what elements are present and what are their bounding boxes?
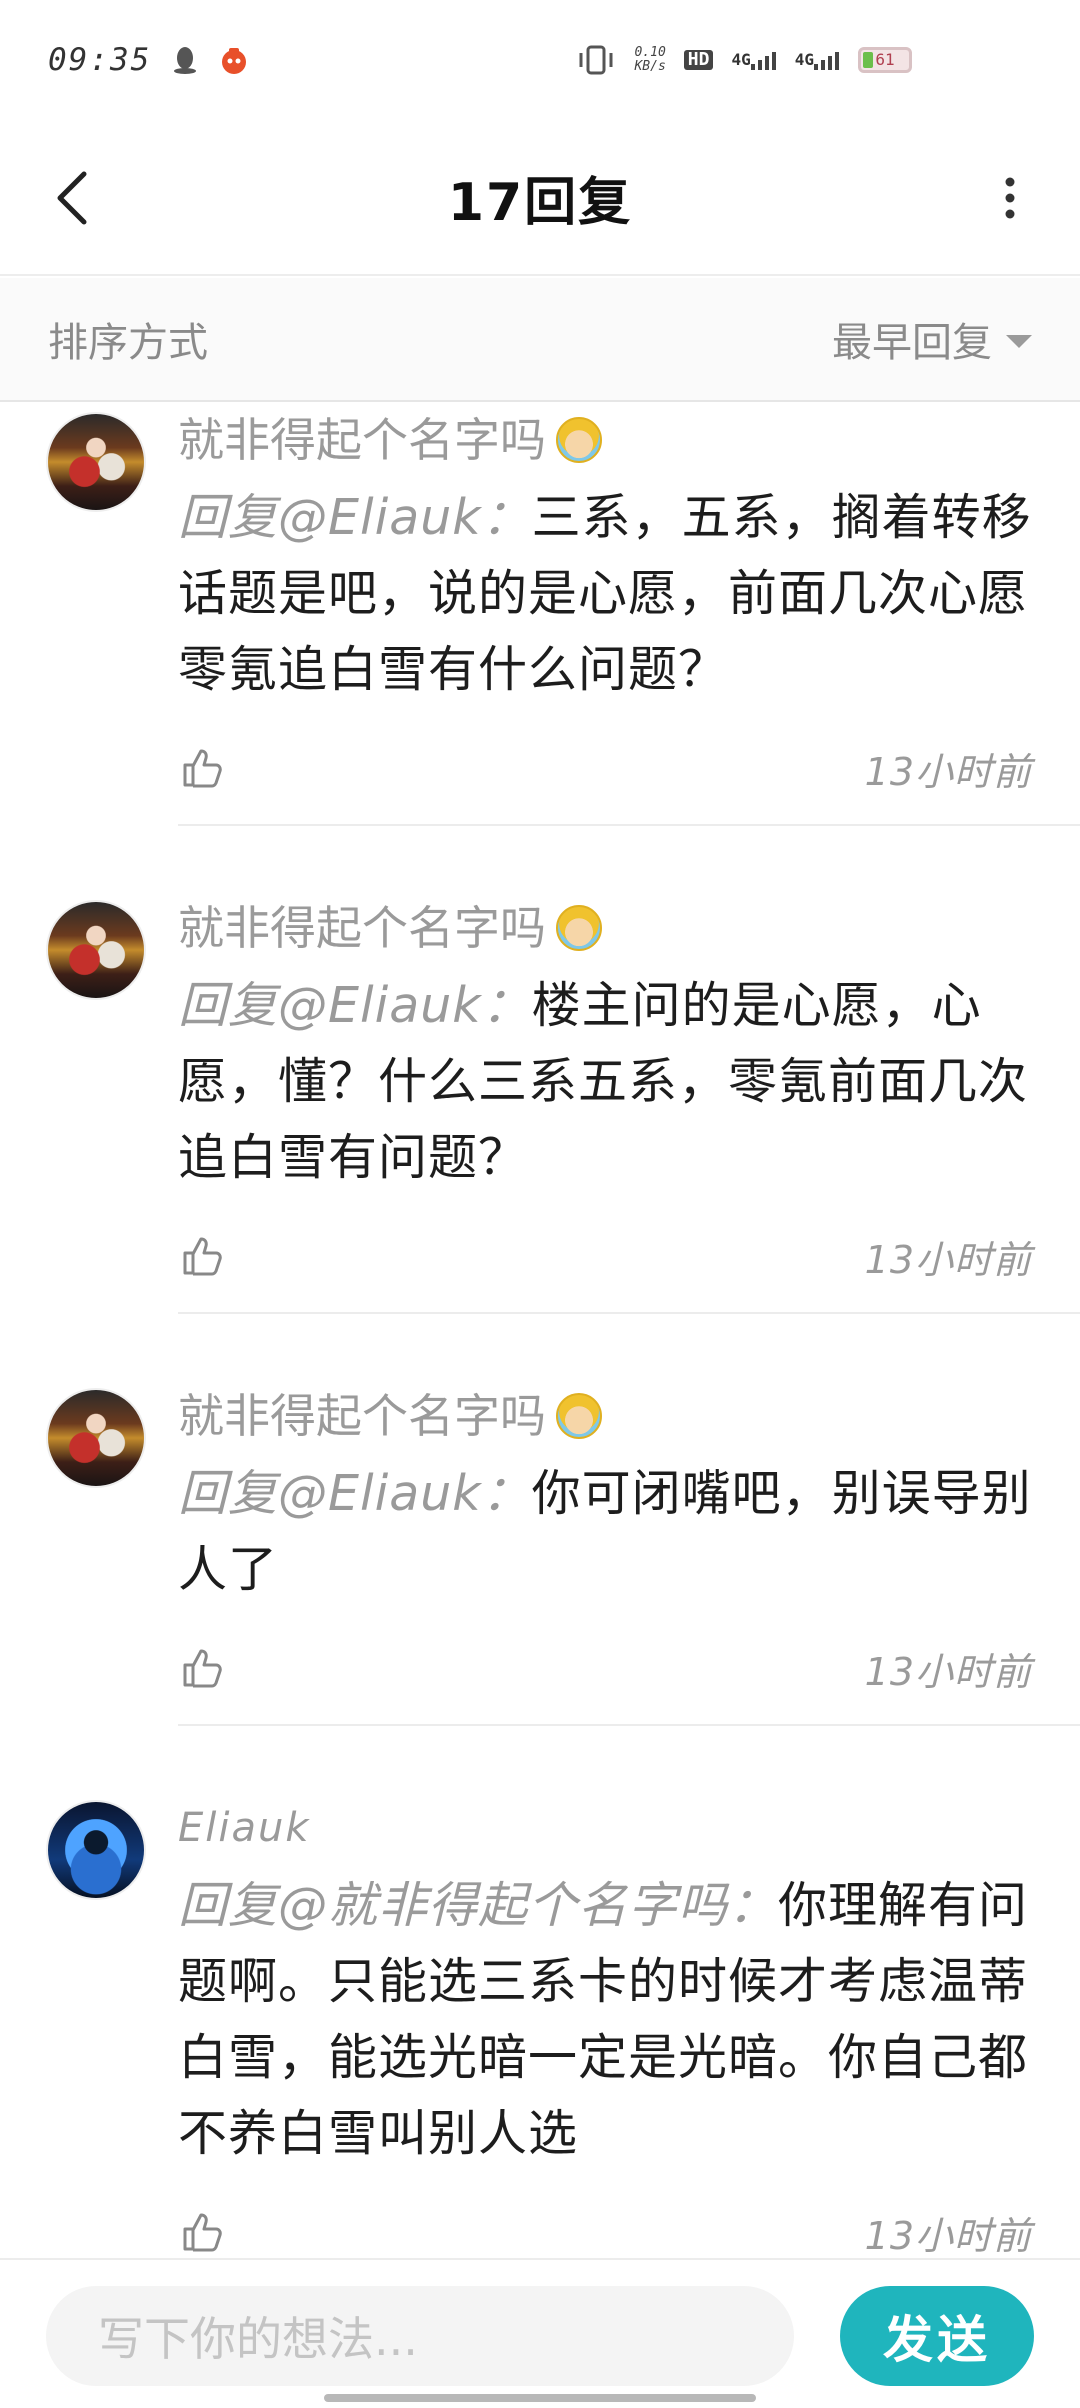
divider (178, 1724, 1080, 1726)
home-indicator[interactable] (324, 2394, 756, 2402)
comment-footer: 13小时前 (178, 738, 1032, 798)
comment-time: 13小时前 (864, 1237, 1032, 1282)
sort-bar: 排序方式 最早回复 (0, 278, 1080, 402)
thumbs-up-icon[interactable] (178, 1644, 226, 1692)
sort-label: 排序方式 (48, 320, 208, 366)
caret-down-icon (1006, 334, 1032, 348)
comment-text: 回复@就非得起个名字吗：你理解有问题啊。只能选三系卡的时候才考虑温蒂白雪，能选光… (178, 1868, 1032, 2172)
net-speed: 0.10 KB/s (634, 46, 665, 74)
comment-list[interactable]: 就非得起个名字吗 回复@Eliauk：三系，五系，搁着转移话题是吧，说的是心愿，… (0, 402, 1080, 2258)
comment-input-placeholder: 写下你的想法... (98, 2312, 418, 2366)
user-badge-icon (556, 417, 602, 463)
comment-footer: 13小时前 (178, 2202, 1032, 2258)
comment-time: 13小时前 (864, 1649, 1032, 1694)
comment-text: 回复@Eliauk：你可闭嘴吧，别误导别人了 (178, 1456, 1032, 1608)
comment-text: 回复@Eliauk：楼主问的是心愿，心愿，懂？什么三系五系，零氪前面几次追白雪有… (178, 968, 1032, 1196)
page-title: 17回复 (447, 172, 633, 233)
reply-mention[interactable]: 回复@Eliauk： (178, 977, 532, 1034)
sim2-signal-icon: 4G (795, 50, 840, 70)
composer-bar: 写下你的想法... 发送 (0, 2258, 1080, 2408)
send-button[interactable]: 发送 (840, 2286, 1034, 2386)
comment-footer: 13小时前 (178, 1638, 1032, 1698)
username-text: 就非得起个名字吗 (178, 901, 546, 955)
avatar[interactable] (46, 900, 146, 1000)
header: 17回复 (0, 120, 1080, 276)
user-badge-icon (556, 905, 602, 951)
reply-mention[interactable]: 回复@Eliauk： (178, 1465, 532, 1522)
more-vertical-icon (1005, 177, 1015, 219)
vibrate-icon (576, 45, 616, 75)
comment-body: 就非得起个名字吗 回复@Eliauk：三系，五系，搁着转移话题是吧，说的是心愿，… (178, 408, 1032, 708)
username-text: Eliauk (178, 1805, 311, 1851)
game-notification-icon (219, 45, 249, 75)
username[interactable]: 就非得起个名字吗 (178, 1384, 1032, 1448)
net-speed-value: 0.10 (634, 45, 666, 60)
battery-level: 61 (875, 50, 895, 69)
username[interactable]: Eliauk (178, 1796, 1032, 1860)
divider (178, 1312, 1080, 1314)
divider (178, 824, 1080, 826)
reply-mention[interactable]: 回复@Eliauk： (178, 489, 532, 546)
comment-body: 就非得起个名字吗 回复@Eliauk：你可闭嘴吧，别误导别人了 (178, 1384, 1032, 1608)
comment-input[interactable]: 写下你的想法... (46, 2286, 794, 2386)
reply-mention[interactable]: 回复@就非得起个名字吗： (178, 1877, 778, 1934)
user-badge-icon (556, 1393, 602, 1439)
comment-time: 13小时前 (864, 2213, 1032, 2258)
comment-body: 就非得起个名字吗 回复@Eliauk：楼主问的是心愿，心愿，懂？什么三系五系，零… (178, 896, 1032, 1196)
comment-time: 13小时前 (864, 749, 1032, 794)
avatar[interactable] (46, 1388, 146, 1488)
username-text: 就非得起个名字吗 (178, 1389, 546, 1443)
sort-value: 最早回复 (832, 320, 992, 366)
sort-dropdown[interactable]: 最早回复 (832, 310, 1032, 368)
avatar[interactable] (46, 412, 146, 512)
battery-icon: 61 (858, 47, 912, 73)
username-text: 就非得起个名字吗 (178, 413, 546, 467)
reply-page: 09:35 0.10 KB/s HD 4G 4G 61 17回复 排序方式 最早… (0, 0, 1080, 2408)
comment-footer: 13小时前 (178, 1226, 1032, 1286)
more-options-button[interactable] (980, 168, 1040, 228)
thumbs-up-icon[interactable] (178, 744, 226, 792)
status-bar: 09:35 0.10 KB/s HD 4G 4G 61 (0, 0, 1080, 120)
status-time: 09:35 (48, 42, 152, 78)
hd-voice-icon: HD (683, 50, 714, 70)
username[interactable]: 就非得起个名字吗 (178, 896, 1032, 960)
thumbs-up-icon[interactable] (178, 2208, 226, 2256)
status-right: 0.10 KB/s HD 4G 4G 61 (576, 45, 912, 75)
back-button[interactable] (42, 168, 102, 228)
net-speed-unit: KB/s (634, 59, 666, 74)
sim1-label: 4G (731, 50, 751, 69)
qq-penguin-icon (173, 45, 197, 75)
sim2-label: 4G (794, 50, 814, 69)
avatar[interactable] (46, 1800, 146, 1900)
status-left: 09:35 (48, 42, 249, 78)
sim1-signal-icon: 4G (731, 50, 776, 70)
comment-text: 回复@Eliauk：三系，五系，搁着转移话题是吧，说的是心愿，前面几次心愿零氪追… (178, 480, 1032, 708)
thumbs-up-icon[interactable] (178, 1232, 226, 1280)
comment-body: Eliauk 回复@就非得起个名字吗：你理解有问题啊。只能选三系卡的时候才考虑温… (178, 1796, 1032, 2172)
username[interactable]: 就非得起个名字吗 (178, 408, 1032, 472)
hd-label: HD (683, 50, 714, 70)
chevron-left-icon (57, 171, 87, 225)
